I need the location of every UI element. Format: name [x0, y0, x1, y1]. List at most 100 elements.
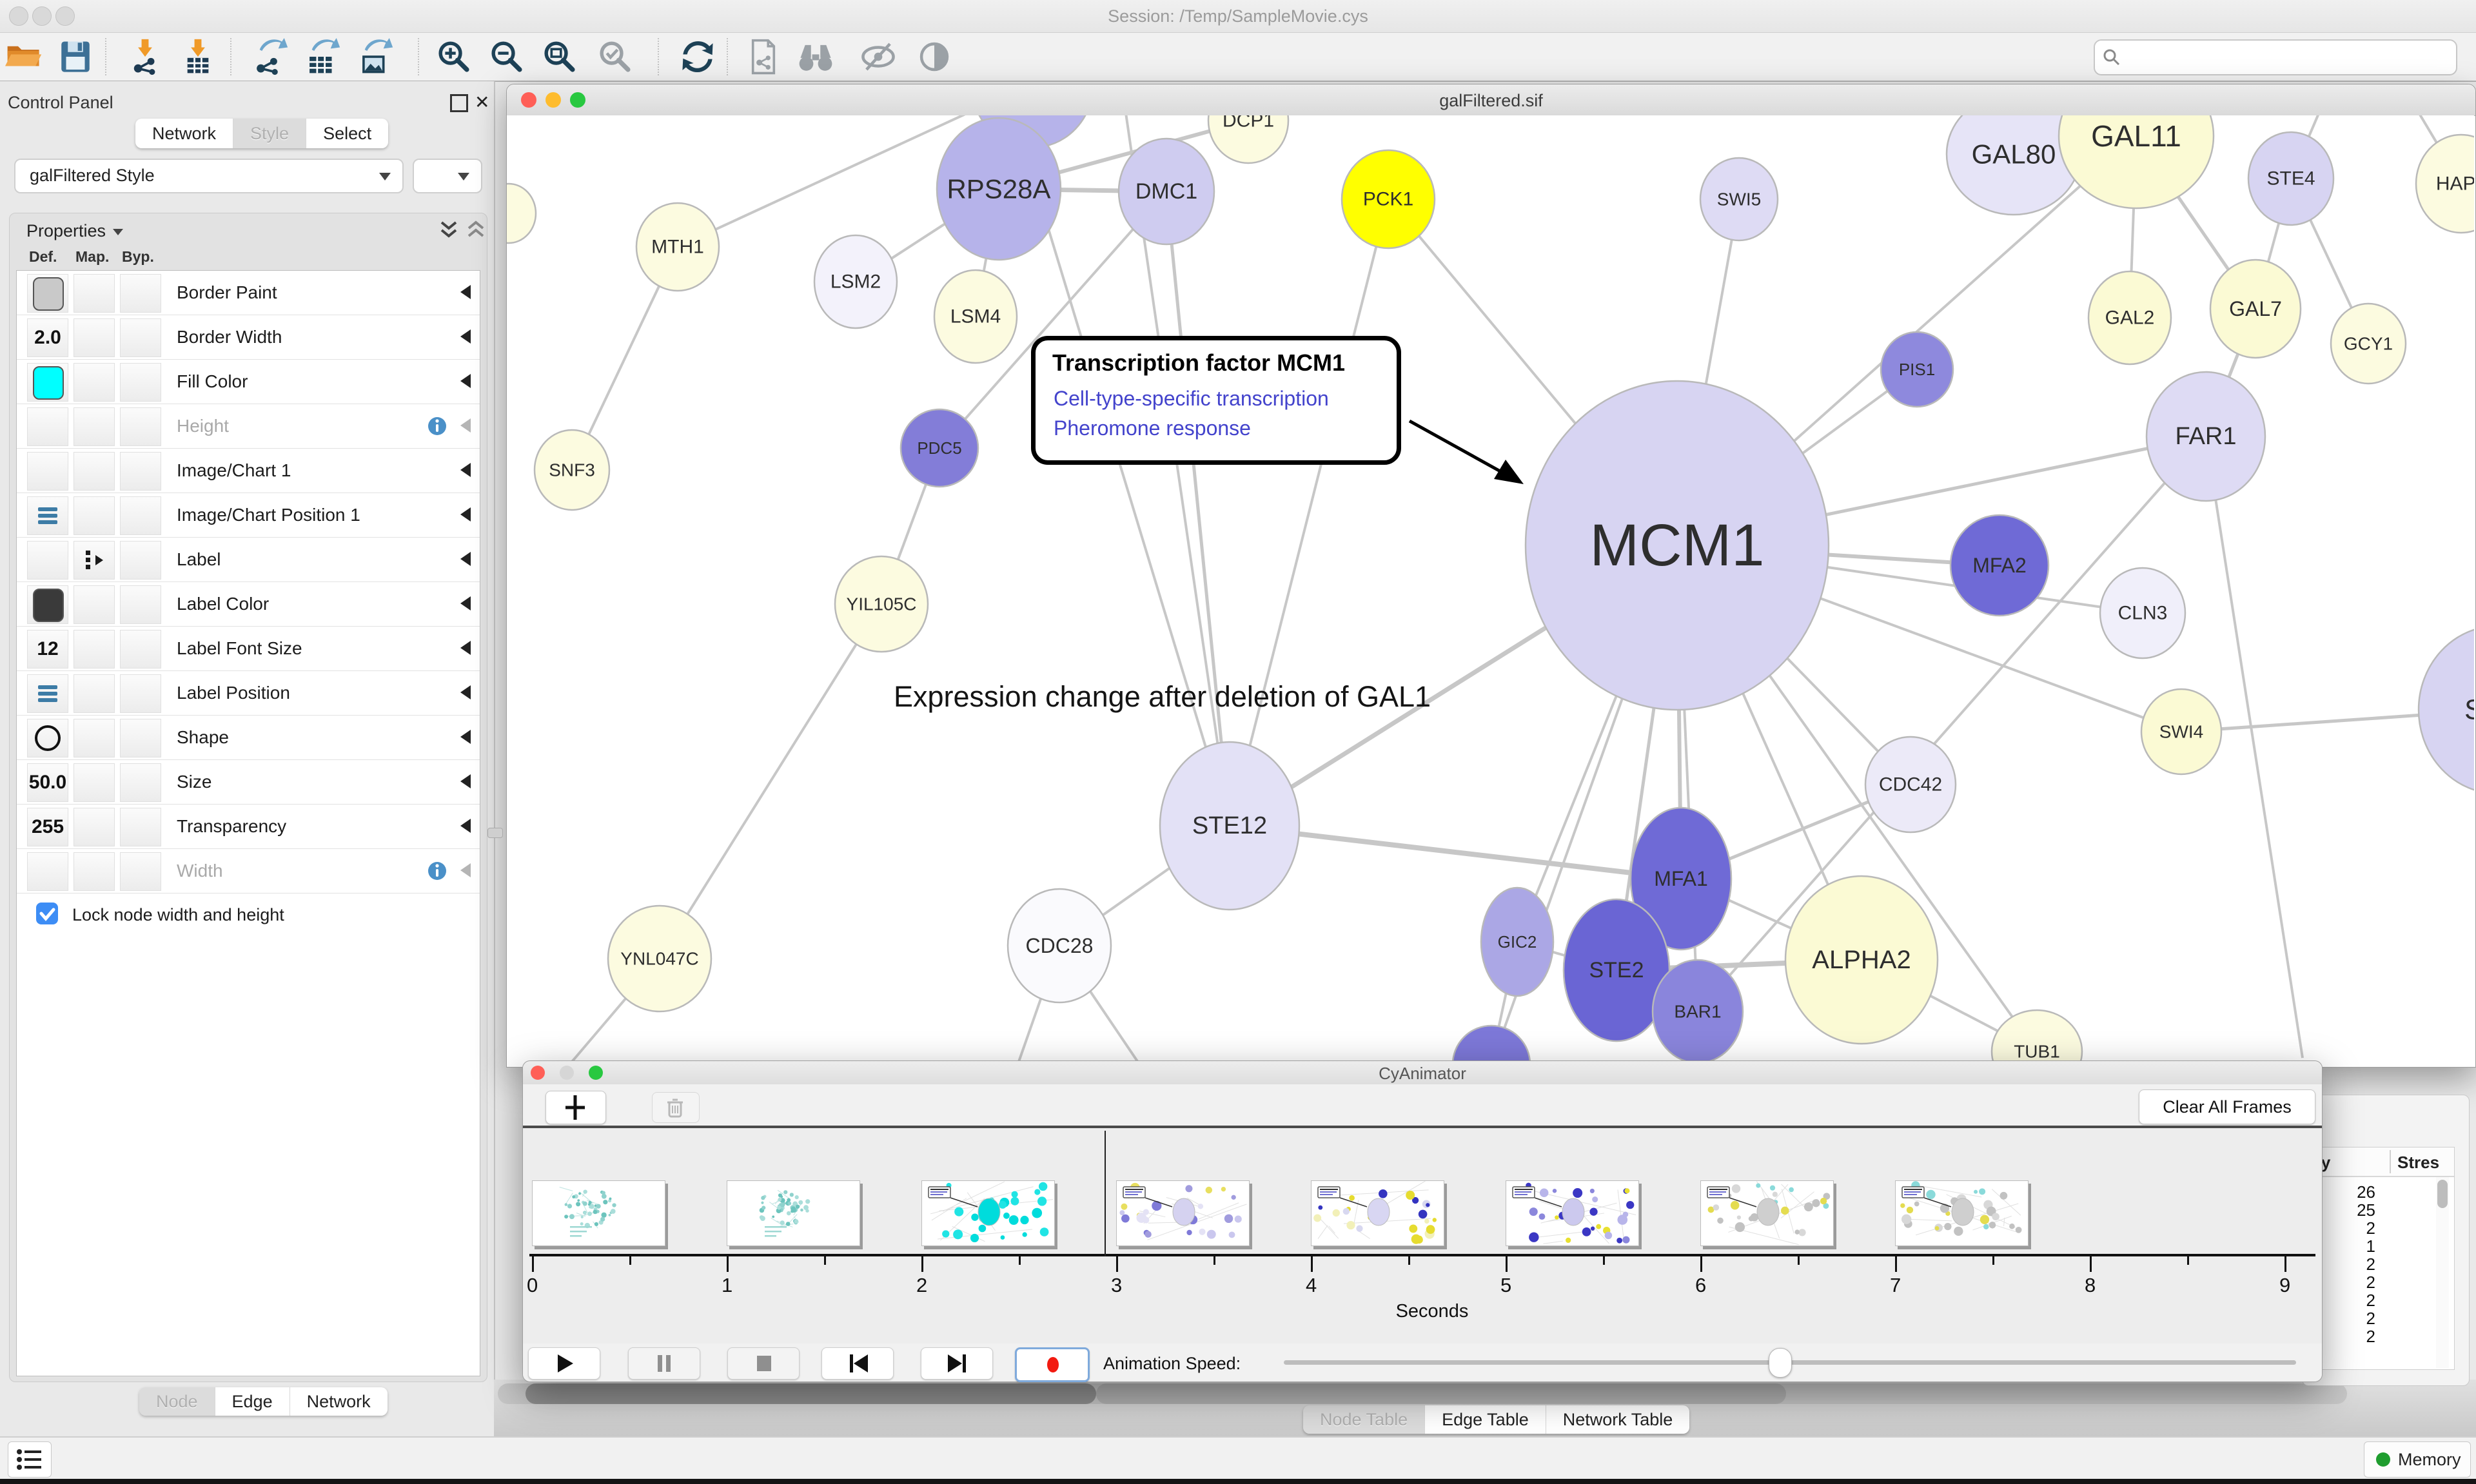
tab-network[interactable]: Network: [135, 119, 233, 148]
mapping-cell[interactable]: [74, 496, 115, 535]
import-network-icon[interactable]: [126, 38, 164, 75]
mapping-cell[interactable]: [74, 852, 115, 891]
network-node-gic2[interactable]: GIC2: [1481, 888, 1553, 996]
network-node-gcy1[interactable]: GCY1: [2331, 304, 2406, 384]
mapping-cell[interactable]: [74, 274, 115, 313]
horizontal-scrollbar-thumb[interactable]: [526, 1383, 1096, 1404]
horizontal-scrollbar-segment[interactable]: [1096, 1383, 1786, 1404]
vertical-scrollbar[interactable]: [2436, 1177, 2449, 1368]
pause-button[interactable]: [628, 1347, 700, 1380]
network-node-bar1[interactable]: BAR1: [1653, 960, 1743, 1063]
bypass-cell[interactable]: [120, 674, 161, 713]
bypass-cell[interactable]: [120, 763, 161, 802]
bypass-cell[interactable]: [120, 318, 161, 357]
network-node-partial[interactable]: [1453, 1026, 1530, 1066]
lock-size-checkbox[interactable]: [36, 903, 58, 924]
default-value-cell[interactable]: [27, 719, 68, 757]
tab-style[interactable]: Style: [233, 119, 306, 148]
bypass-cell[interactable]: [120, 496, 161, 535]
close-panel-icon[interactable]: ✕: [475, 92, 489, 113]
expand-row-icon[interactable]: [460, 685, 471, 699]
expand-row-icon[interactable]: [460, 418, 471, 433]
mapping-cell[interactable]: [74, 541, 115, 580]
network-node-ste4[interactable]: STE4: [2248, 132, 2334, 225]
expand-row-icon[interactable]: [460, 374, 471, 388]
bypass-cell[interactable]: [120, 407, 161, 446]
mapping-cell[interactable]: [74, 363, 115, 402]
frame-thumbnail-4[interactable]: [1311, 1180, 1444, 1246]
expand-row-icon[interactable]: [460, 641, 471, 655]
network-node-yil105c[interactable]: YIL105C: [835, 556, 928, 652]
tab-edge[interactable]: Edge: [215, 1387, 290, 1416]
frame-thumbnail-7[interactable]: [1895, 1180, 2029, 1246]
network-node-snf3[interactable]: SNF3: [535, 430, 609, 510]
network-node-far1[interactable]: FAR1: [2147, 372, 2265, 501]
expand-all-icon[interactable]: [438, 219, 460, 245]
network-node-cdc28[interactable]: CDC28: [1008, 889, 1111, 1002]
zoom-in-icon[interactable]: [435, 38, 473, 75]
collapse-all-icon[interactable]: [465, 219, 487, 245]
column-divider[interactable]: [2390, 1150, 2391, 1173]
default-value-cell[interactable]: 50.0: [27, 763, 68, 802]
stop-button[interactable]: [727, 1347, 800, 1380]
default-value-cell[interactable]: [27, 585, 68, 624]
expand-row-icon[interactable]: [460, 819, 471, 833]
bypass-cell[interactable]: [120, 274, 161, 313]
mapping-cell[interactable]: [74, 630, 115, 669]
mapping-cell[interactable]: [74, 407, 115, 446]
expand-row-icon[interactable]: [460, 329, 471, 344]
network-node-gal11[interactable]: GAL11: [2059, 115, 2214, 208]
import-table-icon[interactable]: [179, 38, 217, 75]
expand-row-icon[interactable]: [460, 596, 471, 610]
record-button[interactable]: [1015, 1347, 1090, 1382]
mapping-cell[interactable]: [74, 318, 115, 357]
timeline[interactable]: 0123456789 Seconds: [523, 1128, 2322, 1343]
info-icon[interactable]: [427, 861, 447, 881]
bypass-cell[interactable]: [120, 808, 161, 846]
network-node-hap2[interactable]: HAP2: [2416, 135, 2474, 233]
tab-network-table[interactable]: Network Table: [1546, 1405, 1690, 1434]
default-value-cell[interactable]: [27, 852, 68, 891]
annotation-link[interactable]: Cell-type-specific transcription: [1054, 387, 1329, 411]
mapping-cell[interactable]: [74, 808, 115, 846]
mapping-cell[interactable]: [74, 719, 115, 757]
network-window-titlebar[interactable]: galFiltered.sif: [507, 84, 2475, 116]
panel-menu-button[interactable]: [8, 1441, 52, 1478]
mapping-cell[interactable]: [74, 452, 115, 491]
style-dropdown[interactable]: galFiltered Style: [14, 159, 404, 193]
network-node-dmc1[interactable]: DMC1: [1119, 139, 1214, 244]
tab-select[interactable]: Select: [306, 119, 388, 148]
expand-row-icon[interactable]: [460, 863, 471, 877]
default-value-cell[interactable]: 2.0: [27, 318, 68, 357]
tab-edge-table[interactable]: Edge Table: [1425, 1405, 1546, 1434]
skip-end-button[interactable]: [921, 1347, 993, 1380]
delete-frame-button[interactable]: [652, 1092, 700, 1123]
default-value-cell[interactable]: 255: [27, 808, 68, 846]
default-value-cell[interactable]: [27, 407, 68, 446]
network-canvas[interactable]: DCP1RPS28ADMC1PCK1MTH1LSM2LSM4SWI5GAL80G…: [507, 115, 2474, 1066]
default-value-cell[interactable]: 12: [27, 630, 68, 669]
network-node-dcp1[interactable]: DCP1: [1208, 115, 1288, 163]
expand-row-icon[interactable]: [460, 552, 471, 566]
network-node-slt2[interactable]: SLT2: [2419, 626, 2474, 794]
save-session-icon[interactable]: [57, 38, 94, 75]
network-node-swi5[interactable]: SWI5: [1700, 158, 1778, 240]
tab-network[interactable]: Network: [290, 1387, 388, 1416]
annotation-box[interactable]: Transcription factor MCM1 Cell-type-spec…: [1031, 336, 1401, 465]
zoom-fit-icon[interactable]: [541, 38, 578, 75]
bypass-cell[interactable]: [120, 541, 161, 580]
network-node-gal2[interactable]: GAL2: [2088, 271, 2171, 364]
frame-thumbnail-3[interactable]: [1116, 1180, 1250, 1246]
playhead[interactable]: [1105, 1131, 1106, 1256]
export-network-icon[interactable]: [251, 38, 289, 75]
zoom-out-icon[interactable]: [488, 38, 526, 75]
style-options-dropdown[interactable]: [413, 159, 482, 193]
search-input[interactable]: [2094, 39, 2457, 75]
network-node-gal7[interactable]: GAL7: [2210, 260, 2301, 358]
export-image-icon[interactable]: [357, 38, 394, 75]
memory-button[interactable]: Memory: [2364, 1441, 2471, 1478]
network-node-cdc42[interactable]: CDC42: [1865, 737, 1956, 832]
default-value-cell[interactable]: [27, 541, 68, 580]
expand-row-icon[interactable]: [460, 463, 471, 477]
default-value-cell[interactable]: [27, 363, 68, 402]
